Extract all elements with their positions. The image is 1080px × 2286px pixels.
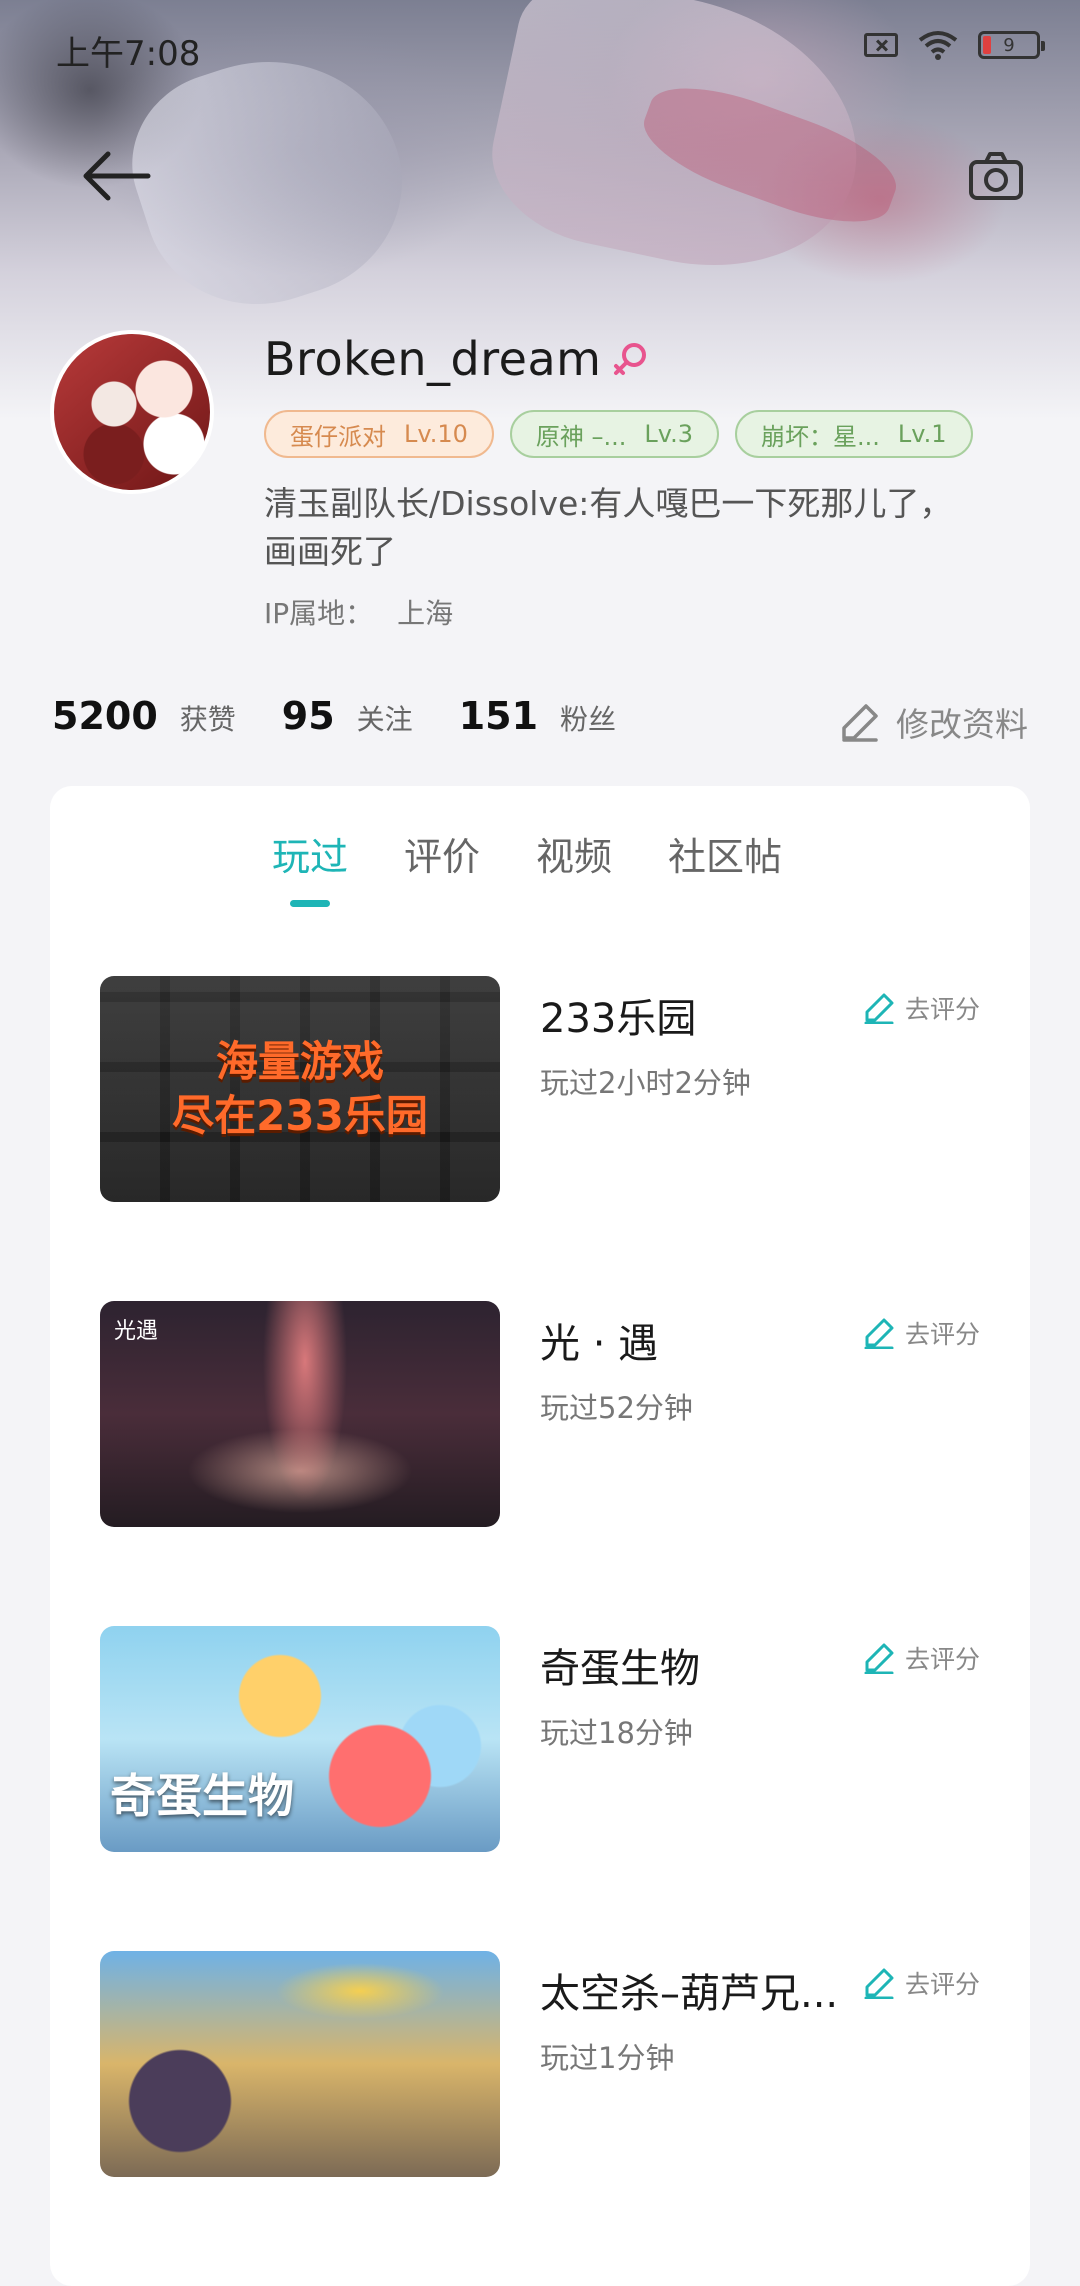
rate-label: 去评分 [904,1970,980,1999]
edit-pen-icon [864,1643,894,1674]
badge-genshin[interactable]: 原神 –... Lv.3 [509,410,720,458]
status-bar: 上午7:08 9 [0,0,1080,90]
game-playtime: 玩过18分钟 [540,1716,693,1750]
badge-level: Lv.10 [404,420,468,448]
following-label: 关注 [356,703,413,736]
camera-button[interactable] [968,150,1024,202]
username: Broken_dream [264,332,602,386]
camera-icon [969,152,1023,200]
battery-level: 9 [1003,34,1015,56]
followers-count: 151 [458,694,539,738]
female-icon [614,343,646,375]
game-playtime: 玩过2小时2分钟 [540,1066,751,1100]
following-stat[interactable]: 95 关注 [282,694,413,738]
edit-profile-label: 修改资料 [896,705,1028,744]
tab-videos[interactable]: 视频 [536,826,612,899]
edit-pen-icon [864,1968,894,1999]
wifi-icon [918,30,958,60]
rate-button[interactable]: 去评分 [863,1965,980,2001]
likes-stat[interactable]: 5200 获赞 [52,694,236,738]
rate-label: 去评分 [904,1645,980,1674]
edit-pen-icon [864,1318,894,1349]
edit-profile-button[interactable]: 修改资料 [840,698,1028,746]
following-count: 95 [281,694,335,738]
game-title: 光 · 遇 [540,1321,659,1367]
thumb-text-line1: 海量游戏 [215,1037,384,1086]
stats-row: 5200 获赞 95 关注 151 粉丝 [52,694,662,738]
content-card: 玩过 评价 视频 社区帖 海量游戏 尽在233乐园 233乐园 玩过2小时2分钟… [50,786,1030,2286]
badge-level: Lv.1 [897,420,947,448]
rate-label: 去评分 [904,995,980,1024]
edit-pen-icon [864,993,894,1024]
likes-count: 5200 [52,694,158,738]
avatar[interactable] [50,330,214,494]
back-arrow-icon [83,151,151,201]
badge-level: Lv.3 [644,420,694,448]
badge-name: 蛋仔派对 [290,422,386,451]
tab-posts[interactable]: 社区帖 [668,826,782,899]
rate-button[interactable]: 去评分 [863,1640,980,1676]
status-icons: 9 [864,30,1045,60]
badge-honkai-star[interactable]: 崩坏：星... Lv.1 [735,410,973,458]
game-thumbnail[interactable]: 光遇 [100,1301,500,1527]
game-title: 奇蛋生物 [540,1646,700,1692]
rate-button[interactable]: 去评分 [863,990,980,1026]
tab-played[interactable]: 玩过 [272,826,348,899]
content-tabs: 玩过 评价 视频 社区帖 [272,826,782,899]
ip-value: 上海 [397,597,454,630]
badge-name: 原神 –... [535,422,627,451]
battery-icon: 9 [978,31,1045,59]
edit-pen-icon [842,704,878,742]
rate-button[interactable]: 去评分 [863,1315,980,1351]
badge-name: 崩坏：星... [761,422,880,451]
game-item[interactable]: 光遇 光 · 遇 玩过52分钟 去评分 [100,1301,1000,1527]
status-time: 上午7:08 [56,34,201,74]
tab-reviews[interactable]: 评价 [404,826,480,899]
game-thumbnail[interactable] [100,1951,500,2177]
followers-label: 粉丝 [560,703,617,736]
game-item[interactable]: 奇蛋生物 奇蛋生物 玩过18分钟 去评分 [100,1626,1000,1852]
game-item[interactable]: 太空杀–葫芦兄... 玩过1分钟 去评分 [100,1951,1000,2177]
likes-label: 获赞 [179,703,236,736]
game-title: 太空杀–葫芦兄... [540,1971,839,2017]
thumb-logo: 光遇 [114,1319,159,1344]
game-playtime: 玩过1分钟 [540,2041,675,2075]
game-playtime: 玩过52分钟 [540,1391,693,1425]
game-thumbnail[interactable]: 奇蛋生物 [100,1626,500,1852]
followers-stat[interactable]: 151 粉丝 [459,694,616,738]
ip-location: IP属地： 上海 [264,592,453,632]
sim-icon [864,33,898,57]
thumb-text-line2: 尽在233乐园 [172,1091,428,1140]
back-button[interactable] [78,146,154,206]
thumb-caption: 奇蛋生物 [110,1769,294,1823]
rate-label: 去评分 [904,1320,980,1349]
badge-eggy-party[interactable]: 蛋仔派对 Lv.10 [264,410,494,458]
game-item[interactable]: 海量游戏 尽在233乐园 233乐园 玩过2小时2分钟 去评分 [100,976,1000,1202]
ip-label: IP属地： [264,597,374,630]
game-thumbnail[interactable]: 海量游戏 尽在233乐园 [100,976,500,1202]
game-title: 233乐园 [540,996,697,1042]
profile-bio: 清玉副队长/Dissolve:有人嘎巴一下死那儿了，画画死了 [264,484,953,571]
game-level-badges: 蛋仔派对 Lv.10 原神 –... Lv.3 崩坏：星... Lv.1 [264,410,973,458]
